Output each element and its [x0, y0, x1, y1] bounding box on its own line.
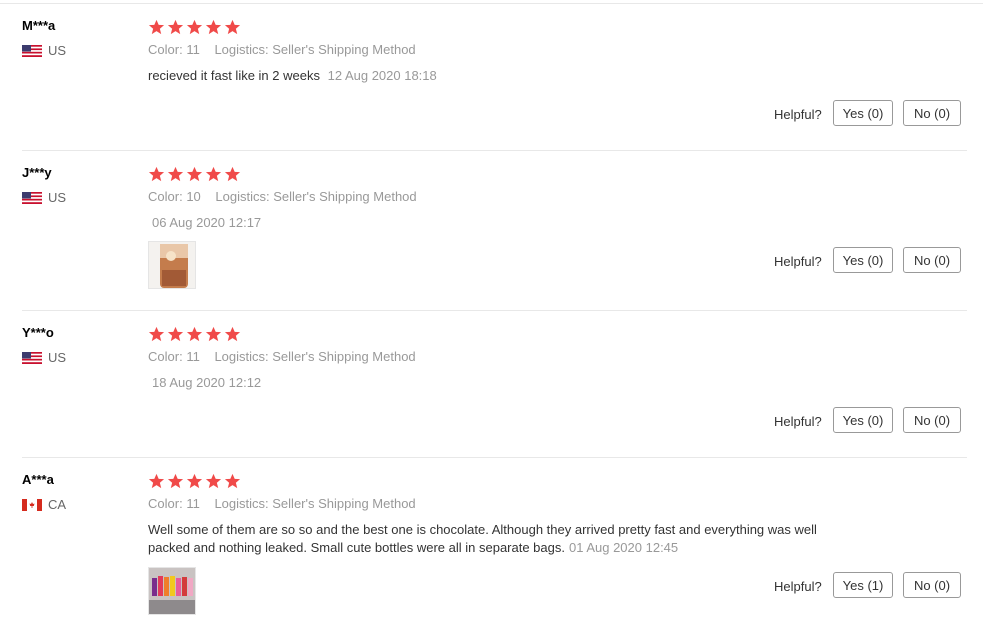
review-divider [22, 150, 967, 151]
color-value: 11 [186, 496, 200, 511]
logistics-value: Seller's Shipping Method [272, 496, 416, 511]
logistics-label: Logistics: [214, 42, 269, 57]
helpful-yes-button[interactable]: Yes (0) [833, 100, 893, 126]
review-sku-info: Color: 10 Logistics: Seller's Shipping M… [148, 189, 417, 204]
review-divider [22, 310, 967, 311]
country-code: US [48, 43, 67, 58]
helpful-label: Helpful? [774, 107, 822, 122]
us-flag-icon [22, 351, 42, 364]
star-rating [148, 473, 241, 489]
country-code: US [48, 350, 67, 365]
review-body-line-1: Well some of them are so so and the best… [148, 522, 817, 537]
star-rating [148, 326, 241, 342]
star-icon [186, 19, 203, 35]
helpful-yes-button[interactable]: Yes (0) [833, 407, 893, 433]
star-icon [205, 19, 222, 35]
star-icon [205, 166, 222, 182]
review-divider [22, 457, 967, 458]
logistics-value: Seller's Shipping Method [272, 349, 416, 364]
helpful-no-button[interactable]: No (0) [903, 572, 961, 598]
star-icon [148, 326, 165, 342]
star-rating [148, 166, 241, 182]
country-code: CA [48, 497, 67, 512]
star-icon [167, 166, 184, 182]
review-country: CA [22, 497, 66, 512]
color-value: 11 [186, 349, 200, 364]
review-date: 12 Aug 2020 18:18 [327, 68, 437, 83]
us-flag-icon [22, 44, 42, 57]
top-divider [0, 3, 983, 4]
review-photo-image [149, 568, 195, 614]
star-icon [205, 473, 222, 489]
review-text: recieved it fast like in 2 weeks 12 Aug … [148, 67, 878, 85]
logistics-value: Seller's Shipping Method [272, 42, 416, 57]
review-photo-thumbnail[interactable] [148, 241, 196, 289]
review-username: M***a [22, 18, 56, 33]
helpful-yes-button[interactable]: Yes (1) [833, 572, 893, 598]
logistics-label: Logistics: [214, 496, 269, 511]
star-icon [167, 473, 184, 489]
helpful-label: Helpful? [774, 579, 822, 594]
review-photo-image [149, 242, 195, 288]
star-icon [148, 166, 165, 182]
review-body: recieved it fast like in 2 weeks [148, 68, 320, 83]
star-icon [186, 473, 203, 489]
review-username: J***y [22, 165, 52, 180]
star-rating [148, 19, 241, 35]
logistics-label: Logistics: [215, 189, 270, 204]
helpful-no-button[interactable]: No (0) [903, 247, 961, 273]
review-photo-thumbnail[interactable] [148, 567, 196, 615]
star-icon [205, 326, 222, 342]
star-icon [167, 19, 184, 35]
review-text: Well some of them are so so and the best… [148, 521, 878, 557]
review-text: 06 Aug 2020 12:17 [148, 214, 878, 232]
review-date: 06 Aug 2020 12:17 [152, 215, 262, 230]
review-country: US [22, 190, 66, 205]
review-sku-info: Color: 11 Logistics: Seller's Shipping M… [148, 496, 416, 511]
color-label: Color: [148, 496, 183, 511]
star-icon [148, 19, 165, 35]
review-text: 18 Aug 2020 12:12 [148, 374, 878, 392]
review-date: 18 Aug 2020 12:12 [152, 375, 262, 390]
review-date: 01 Aug 2020 12:45 [568, 540, 679, 555]
logistics-value: Seller's Shipping Method [273, 189, 417, 204]
helpful-yes-button[interactable]: Yes (0) [833, 247, 893, 273]
helpful-no-button[interactable]: No (0) [903, 407, 961, 433]
logistics-label: Logistics: [214, 349, 269, 364]
helpful-no-button[interactable]: No (0) [903, 100, 961, 126]
ca-flag-icon [22, 498, 42, 511]
star-icon [186, 166, 203, 182]
color-label: Color: [148, 349, 183, 364]
review-body-line-2: packed and nothing leaked. Small cute bo… [148, 540, 565, 555]
review-username: A***a [22, 472, 54, 487]
star-icon [167, 326, 184, 342]
review-username: Y***o [22, 325, 54, 340]
review-country: US [22, 350, 66, 365]
star-icon [148, 473, 165, 489]
color-label: Color: [148, 189, 183, 204]
star-icon [224, 19, 241, 35]
star-icon [224, 326, 241, 342]
review-sku-info: Color: 11 Logistics: Seller's Shipping M… [148, 42, 416, 57]
country-code: US [48, 190, 67, 205]
star-icon [224, 473, 241, 489]
review-sku-info: Color: 11 Logistics: Seller's Shipping M… [148, 349, 416, 364]
color-value: 11 [186, 42, 200, 57]
color-label: Color: [148, 42, 183, 57]
star-icon [224, 166, 241, 182]
star-icon [186, 326, 203, 342]
helpful-label: Helpful? [774, 414, 822, 429]
helpful-label: Helpful? [774, 254, 822, 269]
us-flag-icon [22, 191, 42, 204]
review-country: US [22, 43, 66, 58]
color-value: 10 [186, 189, 201, 204]
